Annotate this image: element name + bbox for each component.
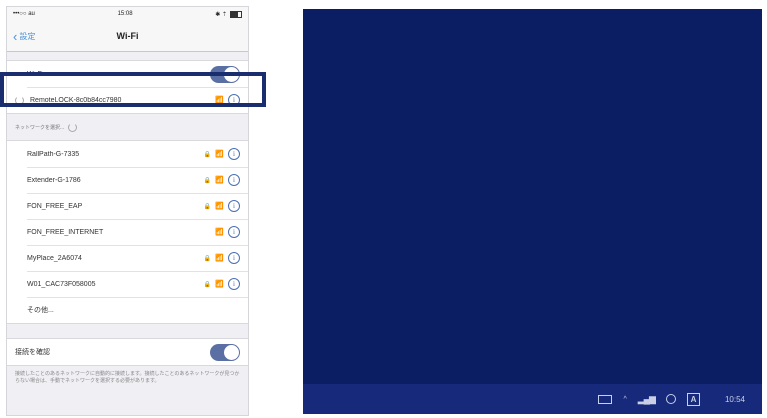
lock-icon: 🔒 xyxy=(203,177,212,184)
network-name: Extender-G-1786 xyxy=(27,176,81,184)
phone-wifi-settings: •••○○ au 15:08 ✱ ⇡ ‹ 設定 Wi-Fi Wi-Fi Remo… xyxy=(6,6,249,416)
info-icon[interactable]: i xyxy=(228,148,240,160)
highlight-frame xyxy=(0,72,266,107)
taskbar: ^ ▂▄▆ A 10:54 xyxy=(303,384,762,414)
network-row[interactable]: Extender-G-1786 🔒 📶 i xyxy=(7,167,248,193)
keyboard-icon[interactable] xyxy=(598,394,613,404)
network-name: FON_FREE_EAP xyxy=(27,202,83,210)
info-icon[interactable]: i xyxy=(228,200,240,212)
wifi-signal-icon: 📶 xyxy=(215,229,224,236)
nav-bar: ‹ 設定 Wi-Fi xyxy=(7,21,248,52)
wifi-signal-icon: 📶 xyxy=(215,255,224,262)
network-name: RallPath-G-7335 xyxy=(27,150,80,158)
lock-icon: 🔒 xyxy=(203,151,212,158)
footer-description: 接続したことのあるネットワークに自動的に接続します。接続したことのあるネットワー… xyxy=(15,371,240,384)
chevron-left-icon: ‹ xyxy=(13,28,18,44)
ask-to-join-label: 接続を確認 xyxy=(15,349,50,356)
back-button[interactable]: ‹ 設定 xyxy=(7,30,35,43)
section-header-label: ネットワークを選択... xyxy=(15,124,65,131)
lock-icon: 🔒 xyxy=(203,203,212,210)
network-name: MyPlace_2A6074 xyxy=(27,254,82,262)
wifi-signal-icon: 📶 xyxy=(215,177,224,184)
taskbar-clock[interactable]: 10:54 xyxy=(725,395,745,404)
other-network-label: その他... xyxy=(27,307,54,314)
ask-to-join-toggle[interactable] xyxy=(210,343,240,361)
ask-to-join-row: 接続を確認 xyxy=(7,339,248,365)
network-section-header: ネットワークを選択... xyxy=(7,114,248,140)
lock-icon: 🔒 xyxy=(203,281,212,288)
carrier-label: •••○○ au xyxy=(13,11,35,17)
network-list: RallPath-G-7335 🔒 📶 i Extender-G-1786 🔒 📶 i … xyxy=(7,140,248,324)
wifi-signal-icon: 📶 xyxy=(215,203,224,210)
desktop-area: ^ ▂▄▆ A 10:54 xyxy=(303,9,762,414)
page-title: Wi-Fi xyxy=(116,31,139,41)
other-network-row[interactable]: その他... xyxy=(7,297,248,323)
caret-up-icon[interactable]: ^ xyxy=(623,396,626,403)
info-icon[interactable]: i xyxy=(228,252,240,264)
network-row[interactable]: FON_FREE_EAP 🔒 📶 i xyxy=(7,193,248,219)
network-row[interactable]: MyPlace_2A6074 🔒 📶 i xyxy=(7,245,248,271)
network-name: W01_CAC73F058005 xyxy=(27,280,96,288)
network-row[interactable]: FON_FREE_INTERNET 📶 i xyxy=(7,219,248,245)
battery-icon xyxy=(229,10,242,18)
signal-bars-icon[interactable]: ▂▄▆ xyxy=(638,394,656,405)
status-right: ✱ ⇡ xyxy=(215,10,242,18)
globe-icon[interactable] xyxy=(665,394,676,404)
status-time: 15:08 xyxy=(117,11,133,17)
ask-to-join-group: 接続を確認 xyxy=(7,338,248,366)
network-row[interactable]: RallPath-G-7335 🔒 📶 i xyxy=(7,141,248,167)
network-row[interactable]: W01_CAC73F058005 🔒 📶 i xyxy=(7,271,248,297)
info-icon[interactable]: i xyxy=(228,226,240,238)
lock-icon: 🔒 xyxy=(203,255,212,262)
scan-spinner-icon xyxy=(68,122,78,132)
info-icon[interactable]: i xyxy=(228,174,240,186)
wifi-signal-icon: 📶 xyxy=(215,281,224,288)
back-label: 設定 xyxy=(19,31,36,41)
status-right-icons: ✱ ⇡ xyxy=(215,11,227,18)
info-icon[interactable]: i xyxy=(228,278,240,290)
wifi-signal-icon: 📶 xyxy=(215,151,224,158)
network-name: FON_FREE_INTERNET xyxy=(27,228,104,236)
ime-indicator-icon[interactable]: A xyxy=(686,392,700,406)
toggle-knob xyxy=(224,344,239,360)
status-bar: •••○○ au 15:08 ✱ ⇡ xyxy=(7,7,248,21)
